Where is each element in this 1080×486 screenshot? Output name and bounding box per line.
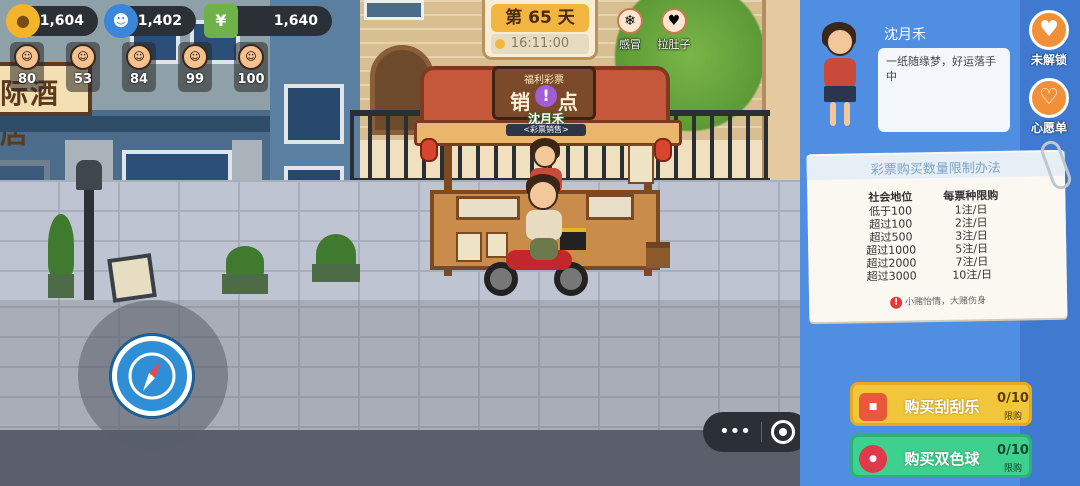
rules-table: 社会地位 每票种限购 低于100 1注/日 超过100 2注/日 超过500 3注/日… <box>851 187 1014 284</box>
shrub <box>48 214 74 276</box>
planter <box>48 274 74 298</box>
wish-list-icon: ♡ <box>1029 78 1069 118</box>
warning-icon: ! <box>890 296 903 309</box>
npc-name: 沈月禾 <box>884 27 926 43</box>
purchase-limit-rules-card: 彩票购买数量限制办法 社会地位 每票种限购 低于100 1注/日 超过100 2注/… <box>806 149 1068 323</box>
lantern <box>420 138 438 162</box>
scratch-card-count: 0/10 <box>997 391 1029 406</box>
double-color-ball-icon: ● <box>859 445 887 473</box>
stat-hunger[interactable]: ☺ 80 <box>10 42 44 92</box>
npc-dialogue-bubble: 一纸随缘梦，好运落手中 <box>878 48 1010 132</box>
stall-npc-role: <彩票销售> <box>506 124 586 136</box>
stat-style[interactable]: ☺ 100 <box>234 42 268 92</box>
joystick-knob[interactable] <box>112 336 192 416</box>
hunger-face-icon: ☺ <box>14 44 40 70</box>
clock-time: 16:11:00 <box>491 34 589 54</box>
alert-icon: ! <box>535 85 557 107</box>
rules-footer: ! 小赌怡情，大赌伤身 <box>809 292 1067 311</box>
buy-scratch-card-button[interactable]: ■ 购买刮刮乐 0/10 限购 <box>850 382 1032 426</box>
planter <box>222 274 268 294</box>
day-counter: 第 65 天 <box>491 4 589 32</box>
stat-health[interactable]: ☺ 99 <box>178 42 212 92</box>
stat-mood[interactable]: ☺ 53 <box>66 42 100 92</box>
street-lamp <box>76 160 102 300</box>
stomach-icon: ♥ <box>661 8 687 34</box>
locked-button[interactable]: ♥ 未解锁 <box>1026 10 1072 68</box>
style-face-icon: ☺ <box>238 44 264 70</box>
sun-icon <box>495 39 505 49</box>
day-time-card: 第 65 天 16:11:00 <box>482 0 598 60</box>
game-scene[interactable]: 际酒店 福利彩票 销 点 ! 沈月禾 <彩票销售> ••• <box>0 0 800 486</box>
double-color-ball-count: 0/10 <box>997 443 1029 458</box>
npc-portrait <box>814 22 866 132</box>
ticket-display <box>586 194 634 220</box>
poster <box>628 144 654 184</box>
rules-header: 社会地位 <box>868 190 913 205</box>
blue-person-coin-icon: ☻ <box>104 4 138 38</box>
player-character[interactable] <box>520 174 568 264</box>
stat-wealth[interactable]: ☺ 84 <box>122 42 156 92</box>
gold-coin-icon: ● <box>6 4 40 38</box>
table-row: 超过3000 10注/日 <box>866 268 993 284</box>
status-cold[interactable]: ❄ 感冒 <box>608 8 652 52</box>
stall-header: 福利彩票 <box>524 75 564 86</box>
status-diarrhea[interactable]: ♥ 拉肚子 <box>652 8 696 52</box>
rules-header: 每票种限购 <box>943 188 999 203</box>
menu-easel <box>107 253 157 303</box>
heart-icon: ♥ <box>1029 10 1069 50</box>
miniprogram-capsule: ••• <box>703 412 800 452</box>
more-menu-button[interactable]: ••• <box>715 420 755 444</box>
cash-stack-icon: ¥ <box>204 4 238 38</box>
cash-counter: ¥ 1,640 <box>204 4 332 38</box>
close-target-button[interactable] <box>771 420 795 444</box>
buy-double-color-ball-button[interactable]: ● 购买双色球 0/10 限购 <box>850 434 1032 478</box>
reputation-counter: ☻ 1,402 <box>104 4 196 38</box>
ticket-display <box>456 196 520 220</box>
health-face-icon: ☺ <box>182 44 208 70</box>
money-face-icon: ☺ <box>126 44 152 70</box>
compass-icon <box>128 352 176 400</box>
planter <box>312 264 360 282</box>
lantern <box>654 138 672 162</box>
poster <box>456 232 482 262</box>
stool <box>646 242 670 268</box>
happy-face-icon: ☺ <box>70 44 96 70</box>
scratch-card-icon: ■ <box>859 393 887 421</box>
cold-icon: ❄ <box>617 8 643 34</box>
gold-coin-counter: ● 1,604 <box>6 4 98 38</box>
wish-list-button[interactable]: ♡ 心愿单 <box>1026 78 1072 136</box>
